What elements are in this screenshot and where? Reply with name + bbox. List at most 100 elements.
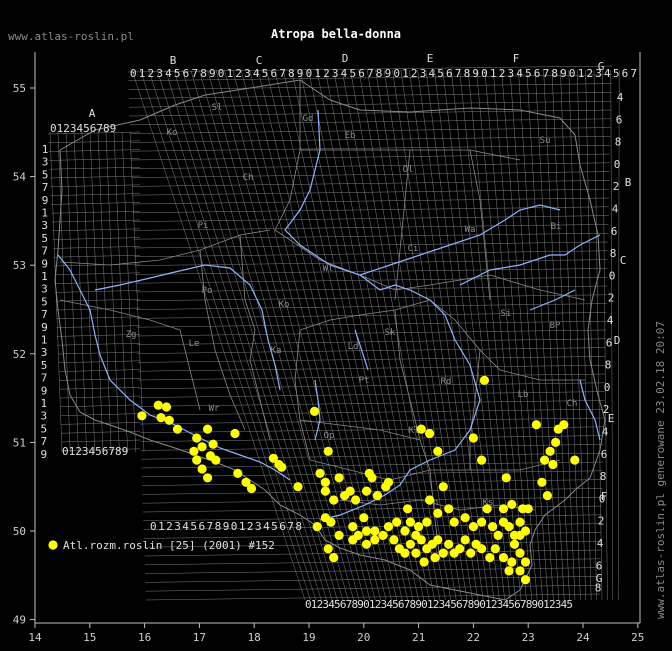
grid-digit-right: 8 <box>610 247 617 260</box>
occurrence-point <box>392 517 402 527</box>
occurrence-point <box>378 530 388 541</box>
occurrence-point <box>433 446 443 456</box>
occurrence-point <box>477 455 487 465</box>
grid-digit-right: 8 <box>595 582 602 595</box>
grid-digits-bottom-mid: 0123456789012345678 <box>150 520 302 533</box>
occurrence-point <box>161 402 172 412</box>
region-code: Ko <box>167 128 178 138</box>
grid-digits-bottom-A: 0123456789 <box>62 445 128 458</box>
occurrence-point <box>348 535 358 545</box>
grid-digit-left: 7 <box>42 181 49 194</box>
occurrence-point <box>326 517 336 527</box>
occurrence-point <box>515 530 525 541</box>
grid-digit-right: 2 <box>613 180 620 193</box>
occurrence-point <box>548 459 558 470</box>
x-tick-label: 19 <box>302 631 315 644</box>
occurrence-point <box>559 420 569 430</box>
grid-digit-right: 6 <box>596 559 603 572</box>
occurrence-point <box>361 486 372 496</box>
occurrence-point <box>312 522 322 532</box>
occurrence-point <box>449 517 459 527</box>
region-code: Ci <box>408 244 419 254</box>
occurrence-point <box>205 451 215 461</box>
y-tick-label: 49 <box>13 614 26 627</box>
occurrence-point <box>400 548 410 558</box>
occurrence-point <box>507 499 517 509</box>
occurrence-point <box>203 473 213 483</box>
occurrence-point <box>425 428 435 439</box>
grid-digit-left: 3 <box>42 156 49 169</box>
grid-digit-left: 3 <box>41 346 48 359</box>
occurrence-point <box>444 504 454 514</box>
occurrence-point <box>400 526 410 536</box>
occurrence-point <box>208 439 218 449</box>
grid-digit-left: 1 <box>40 397 47 410</box>
occurrence-point <box>504 522 514 532</box>
region-code: Po <box>202 286 213 296</box>
grid-letter-right-D: D <box>614 334 621 347</box>
occurrence-point <box>477 517 487 527</box>
occurrence-point <box>523 504 533 514</box>
grid-digit-right: 6 <box>606 336 613 349</box>
region-code: Lb <box>518 390 529 400</box>
occurrence-point <box>203 424 213 434</box>
occurrence-point <box>156 413 166 423</box>
occurrence-point <box>531 420 542 430</box>
occurrence-point <box>490 544 500 554</box>
grid-digit-left: 9 <box>40 448 47 461</box>
region-code: Wa <box>465 225 476 235</box>
occurrence-point <box>246 483 257 494</box>
occurrence-point <box>520 557 531 567</box>
occurrence-point <box>345 486 355 496</box>
occurrence-point <box>430 553 440 563</box>
occurrence-point <box>153 400 163 410</box>
grid-digit-left: 7 <box>41 372 48 385</box>
x-tick-label: 14 <box>28 631 42 644</box>
y-tick-label: 54 <box>13 171 27 184</box>
x-tick-label: 23 <box>522 631 535 644</box>
occurrence-point <box>334 473 344 483</box>
occurrence-point <box>460 535 470 545</box>
occurrence-point <box>468 522 478 532</box>
grid-digit-left: 3 <box>40 410 47 423</box>
y-tick-label: 51 <box>13 436 26 449</box>
occurrence-point <box>361 526 372 536</box>
occurrence-point <box>370 526 380 536</box>
occurrence-point <box>389 535 399 545</box>
occurrence-point <box>197 464 207 474</box>
grid-digit-left: 7 <box>41 308 48 321</box>
grid-digit-right: 6 <box>611 225 618 238</box>
region-code: Pi <box>198 221 209 231</box>
grid-digit-left: 1 <box>41 334 48 347</box>
rivers <box>57 109 601 521</box>
occurrence-point <box>425 495 435 505</box>
region-code: Sl <box>212 103 223 113</box>
grid-digit-left: 5 <box>40 422 47 435</box>
grid-digit-left: 1 <box>41 207 48 220</box>
grid-digit-left: 5 <box>41 295 48 308</box>
occurrence-point <box>485 553 495 563</box>
distribution-map: 14 15 16 17 18 19 20 21 22 23 24 2555545352515049ww… <box>8 27 667 644</box>
occurrence-point <box>444 539 454 549</box>
occurrence-point <box>364 468 374 478</box>
x-tick-label: 22 <box>467 631 480 644</box>
grid-digit-right: 4 <box>612 203 619 216</box>
grid-digit-left: 1 <box>42 143 49 156</box>
occurrence-point <box>545 446 555 456</box>
grid-digit-left: 5 <box>42 168 49 181</box>
occurrence-point <box>416 424 426 434</box>
grid-letter-E: E <box>427 52 434 65</box>
occurrence-point <box>482 504 492 514</box>
occurrence-point <box>414 522 424 532</box>
grid-digit-right: 4 <box>607 314 614 327</box>
grid-digit-left: 9 <box>41 321 48 334</box>
occurrence-point <box>460 513 470 523</box>
occurrence-point <box>192 455 202 465</box>
grid-letter-C: C <box>256 54 263 67</box>
occurrence-point <box>137 411 147 421</box>
generated-note: www.atlas-roslin.pl generowane 23.02.18 … <box>654 321 667 619</box>
legend-marker <box>48 540 58 550</box>
grid-digit-right: 0 <box>614 158 621 171</box>
occurrence-point <box>509 539 520 549</box>
grid-digit-right: 0 <box>604 381 611 394</box>
